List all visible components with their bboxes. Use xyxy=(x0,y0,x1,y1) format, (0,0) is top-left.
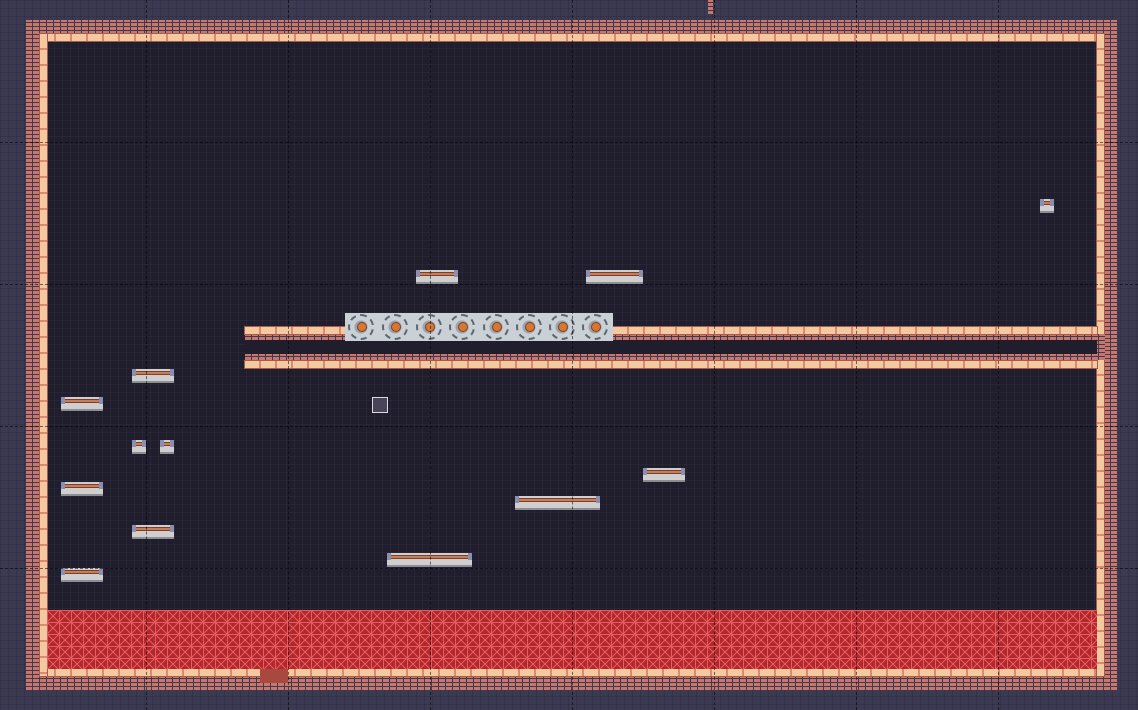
platform[interactable] xyxy=(61,397,103,411)
platform[interactable] xyxy=(515,496,600,510)
platform[interactable] xyxy=(1040,199,1054,213)
section-gridline xyxy=(856,0,857,710)
level-editor-canvas[interactable] xyxy=(0,0,1138,710)
section-gridline xyxy=(714,0,715,710)
floor-exit-door[interactable] xyxy=(260,669,288,683)
divider-ledge-shadow xyxy=(245,340,1097,354)
saw-blade xyxy=(480,313,514,341)
top-brick-wall xyxy=(26,20,1116,34)
right-rail-lower xyxy=(1097,360,1104,676)
left-brick-wall xyxy=(26,20,40,690)
section-gridline xyxy=(288,0,289,710)
section-gridline xyxy=(430,0,431,710)
saw-blade xyxy=(345,313,379,341)
platform[interactable] xyxy=(643,468,685,482)
left-rail xyxy=(40,34,47,676)
saw-blade xyxy=(546,313,580,341)
section-gridline xyxy=(0,568,1138,569)
section-gridline xyxy=(146,0,147,710)
divider-ledge-bottom-rail xyxy=(245,361,1097,368)
saw-blade xyxy=(379,313,413,341)
ceiling-marker xyxy=(708,0,713,14)
bottom-brick-wall xyxy=(26,676,1116,690)
section-gridline xyxy=(572,0,573,710)
right-rail-upper xyxy=(1097,34,1104,334)
platform[interactable] xyxy=(416,270,458,284)
platform[interactable] xyxy=(132,369,174,383)
platform[interactable] xyxy=(132,525,174,539)
platform[interactable] xyxy=(132,440,146,454)
platform[interactable] xyxy=(160,440,174,454)
platform[interactable] xyxy=(61,482,103,496)
section-gridline xyxy=(0,426,1138,427)
section-gridline xyxy=(998,0,999,710)
section-gridline xyxy=(0,284,1138,285)
saw-blade xyxy=(446,313,480,341)
right-brick-wall xyxy=(1104,20,1118,690)
saw-blade xyxy=(579,313,613,341)
platform[interactable] xyxy=(61,568,103,582)
saw-blade xyxy=(513,313,547,341)
section-gridline xyxy=(0,142,1138,143)
player-block[interactable] xyxy=(372,397,388,413)
platform[interactable] xyxy=(586,270,643,284)
